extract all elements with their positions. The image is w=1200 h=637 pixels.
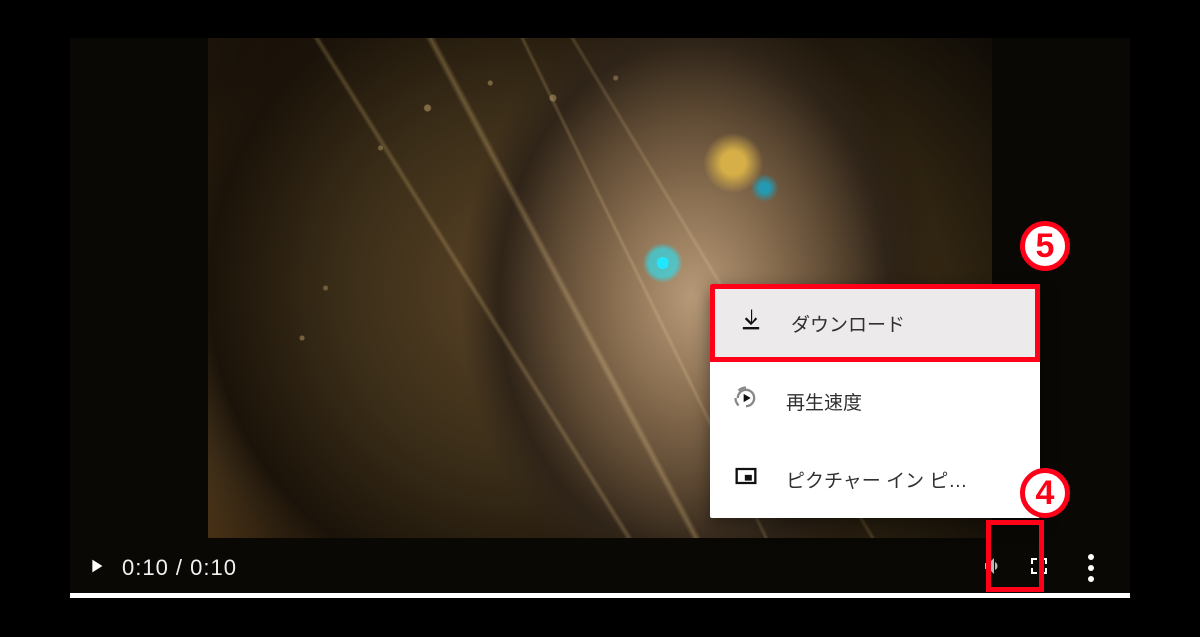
volume-icon bbox=[981, 554, 1005, 583]
time-display: 0:10 / 0:10 bbox=[122, 555, 237, 581]
annotation-callout-5: 5 bbox=[1020, 221, 1070, 271]
more-options-button[interactable] bbox=[1068, 545, 1114, 591]
progress-bar[interactable] bbox=[70, 593, 1130, 598]
volume-button[interactable] bbox=[970, 545, 1016, 591]
fullscreen-button[interactable] bbox=[1016, 545, 1062, 591]
play-icon bbox=[85, 555, 107, 582]
menu-item-playback-speed[interactable]: 再生速度 bbox=[710, 362, 1040, 440]
download-icon bbox=[737, 306, 765, 340]
menu-item-label: ダウンロード bbox=[791, 310, 905, 337]
menu-item-label: ピクチャー イン ピ… bbox=[786, 466, 967, 493]
more-options-menu: ダウンロード 再生速度 ピクチャー イン ピ… bbox=[710, 284, 1040, 518]
play-button[interactable] bbox=[76, 548, 116, 588]
fullscreen-icon bbox=[1027, 554, 1051, 583]
video-player: ダウンロード 再生速度 ピクチャー イン ピ… 0:10 / 0:10 bbox=[70, 38, 1130, 598]
menu-item-label: 再生速度 bbox=[786, 388, 862, 415]
menu-item-download[interactable]: ダウンロード bbox=[710, 284, 1040, 362]
menu-item-picture-in-picture[interactable]: ピクチャー イン ピ… bbox=[710, 440, 1040, 518]
picture-in-picture-icon bbox=[732, 462, 760, 496]
video-controls: 0:10 / 0:10 bbox=[70, 538, 1130, 598]
playback-speed-icon bbox=[732, 384, 760, 418]
more-vertical-icon bbox=[1088, 554, 1094, 582]
annotation-callout-4: 4 bbox=[1020, 468, 1070, 518]
